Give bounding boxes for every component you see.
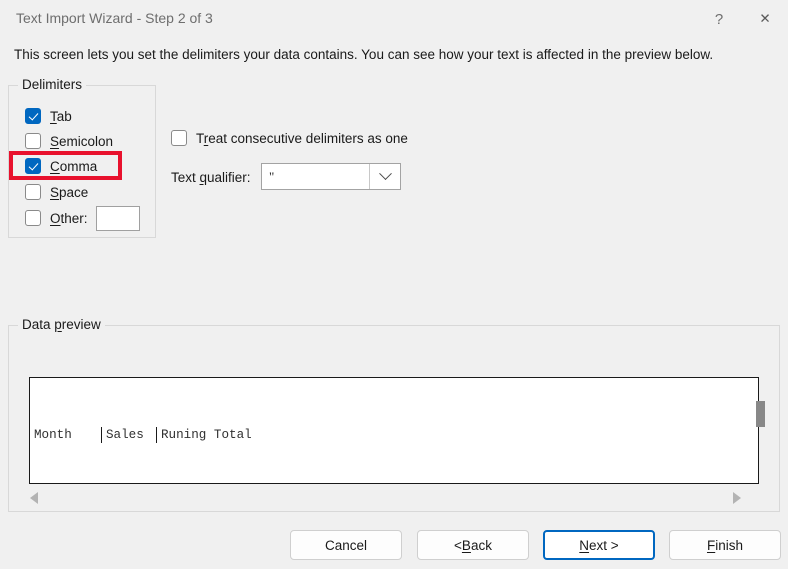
scroll-left-arrow-icon[interactable]: [30, 492, 38, 504]
checkbox-tab-box[interactable]: [25, 108, 41, 124]
label-pre: Text: [171, 170, 200, 185]
accel-char: F: [706, 537, 716, 553]
label-pre: Data: [22, 317, 55, 332]
text-qualifier-label: Text qualifier:: [171, 170, 251, 185]
checkbox-treat-consecutive-delimiters[interactable]: Treat consecutive delimiters as one: [171, 130, 408, 146]
label-rest: omma: [59, 158, 98, 174]
checkbox-semicolon-box[interactable]: [25, 133, 41, 149]
label-rest: eat consecutive delimiters as one: [208, 130, 408, 146]
accel-char: q: [199, 170, 208, 185]
checkbox-tab-label: Tab: [50, 109, 72, 124]
label-rest: ack: [470, 537, 492, 553]
chevron-down-icon[interactable]: [369, 164, 400, 189]
data-preview-group: Data preview Month Sales Runing Total Ja…: [8, 317, 780, 512]
data-preview-group-label: Data preview: [18, 317, 105, 332]
checkbox-other[interactable]: Other:: [25, 210, 88, 226]
accel-char: T: [50, 108, 57, 124]
column-header[interactable]: Month: [30, 426, 102, 443]
checkbox-tab[interactable]: Tab: [25, 108, 72, 124]
checkbox-space[interactable]: Space: [25, 184, 88, 200]
checkbox-space-box[interactable]: [25, 184, 41, 200]
checkbox-space-label: Space: [50, 185, 88, 200]
label-rest: ther:: [60, 210, 88, 226]
close-button[interactable]: ✕: [742, 0, 788, 38]
label-rest: ext >: [589, 537, 619, 553]
checkbox-comma[interactable]: Comma: [25, 158, 97, 174]
checkbox-semicolon[interactable]: Semicolon: [25, 133, 113, 149]
accel-char: S: [50, 133, 60, 149]
cancel-button[interactable]: Cancel: [290, 530, 402, 560]
label-rest: inish: [715, 537, 743, 553]
text-qualifier-value: ": [269, 168, 275, 184]
label-rest: emicolon: [59, 133, 114, 149]
close-icon: ✕: [759, 11, 771, 26]
checkbox-comma-label: Comma: [50, 159, 97, 174]
finish-button[interactable]: Finish: [669, 530, 781, 560]
delimiters-group-label: Delimiters: [18, 77, 87, 92]
scroll-right-arrow-icon[interactable]: [733, 492, 741, 504]
column-header[interactable]: Runing Total: [157, 427, 457, 443]
column-header[interactable]: Sales: [102, 426, 157, 443]
text-qualifier-combobox[interactable]: ": [261, 163, 401, 190]
checkbox-comma-box[interactable]: [25, 158, 41, 174]
checkbox-semicolon-label: Semicolon: [50, 134, 113, 149]
label-pre: T: [196, 130, 204, 146]
checkbox-other-box[interactable]: [25, 210, 41, 226]
accel-char: C: [50, 158, 60, 174]
checkbox-treat-consecutive-label: Treat consecutive delimiters as one: [196, 131, 408, 146]
title-bar: Text Import Wizard - Step 2 of 3 ? ✕: [0, 0, 788, 38]
accel-char: B: [461, 537, 471, 553]
accel-char: O: [50, 210, 61, 226]
label-rest: ualifier:: [207, 170, 251, 185]
data-preview-table: Month Sales Runing Total January $1,113 …: [30, 378, 457, 483]
window-title: Text Import Wizard - Step 2 of 3: [16, 10, 213, 26]
data-preview-surface[interactable]: Month Sales Runing Total January $1,113 …: [29, 377, 759, 484]
label-rest: pace: [59, 184, 89, 200]
label-rest: ab: [56, 108, 72, 124]
label-rest: review: [61, 317, 101, 332]
accel-char: N: [579, 537, 590, 553]
accel-char: p: [54, 317, 62, 332]
preview-vertical-scrollbar-thumb[interactable]: [756, 401, 765, 427]
label-pre: <: [454, 537, 462, 553]
table-header-row: Month Sales Runing Total: [30, 426, 457, 443]
accel-char: S: [50, 184, 60, 200]
next-button[interactable]: Next >: [543, 530, 655, 560]
instruction-text: This screen lets you set the delimiters …: [14, 47, 714, 62]
checkbox-other-label: Other:: [50, 211, 88, 226]
checkbox-treat-consecutive-box[interactable]: [171, 130, 187, 146]
back-button[interactable]: < Back: [417, 530, 529, 560]
chevron-glyph: [378, 167, 392, 181]
other-delimiter-input[interactable]: [96, 206, 140, 231]
help-button[interactable]: ?: [696, 0, 742, 38]
question-mark-icon: ?: [714, 10, 724, 28]
